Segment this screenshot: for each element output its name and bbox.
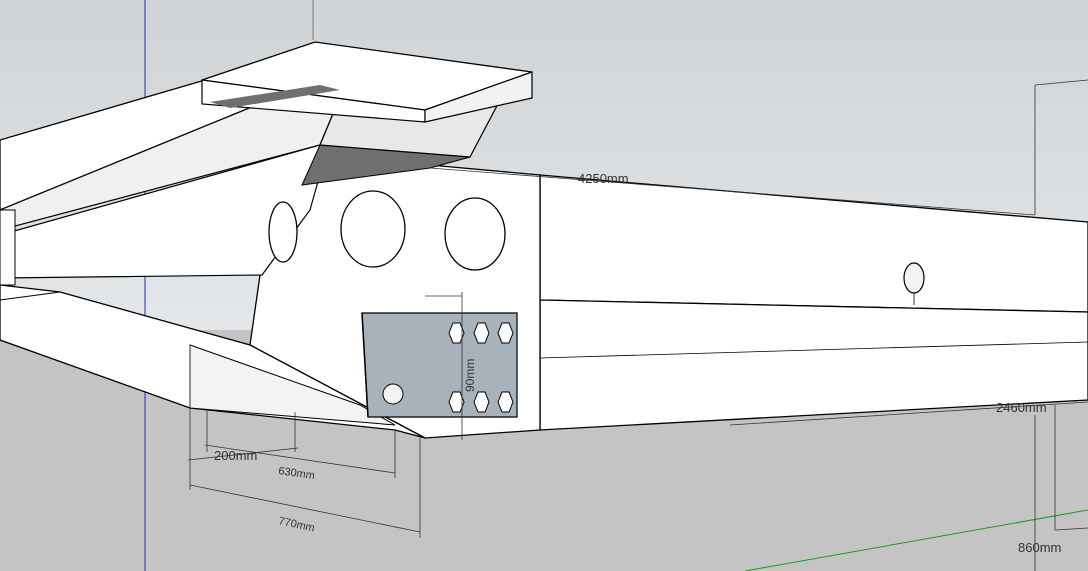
scene-canvas[interactable]: 4250mm 90mm 200mm 630mm 770mm 2460mm 860… bbox=[0, 0, 1088, 571]
hole-large-1[interactable] bbox=[340, 190, 406, 268]
hole-small-beam[interactable] bbox=[903, 262, 925, 294]
dim-label-200[interactable]: 200mm bbox=[214, 448, 257, 463]
hole-large-2[interactable] bbox=[444, 197, 506, 271]
dim-label-90[interactable]: 90mm bbox=[463, 359, 477, 392]
dim-label-860[interactable]: 860mm bbox=[1018, 540, 1061, 555]
model-viewport[interactable]: 4250mm 90mm 200mm 630mm 770mm 2460mm 860… bbox=[0, 0, 1088, 571]
bolt-plate[interactable] bbox=[361, 312, 518, 418]
dim-label-4250[interactable]: 4250mm bbox=[578, 171, 629, 186]
bolt-plate-hole[interactable] bbox=[382, 383, 404, 405]
arm-end-cap-left bbox=[0, 209, 16, 286]
dim-label-2460[interactable]: 2460mm bbox=[996, 400, 1047, 415]
hole-partial[interactable] bbox=[268, 201, 298, 263]
